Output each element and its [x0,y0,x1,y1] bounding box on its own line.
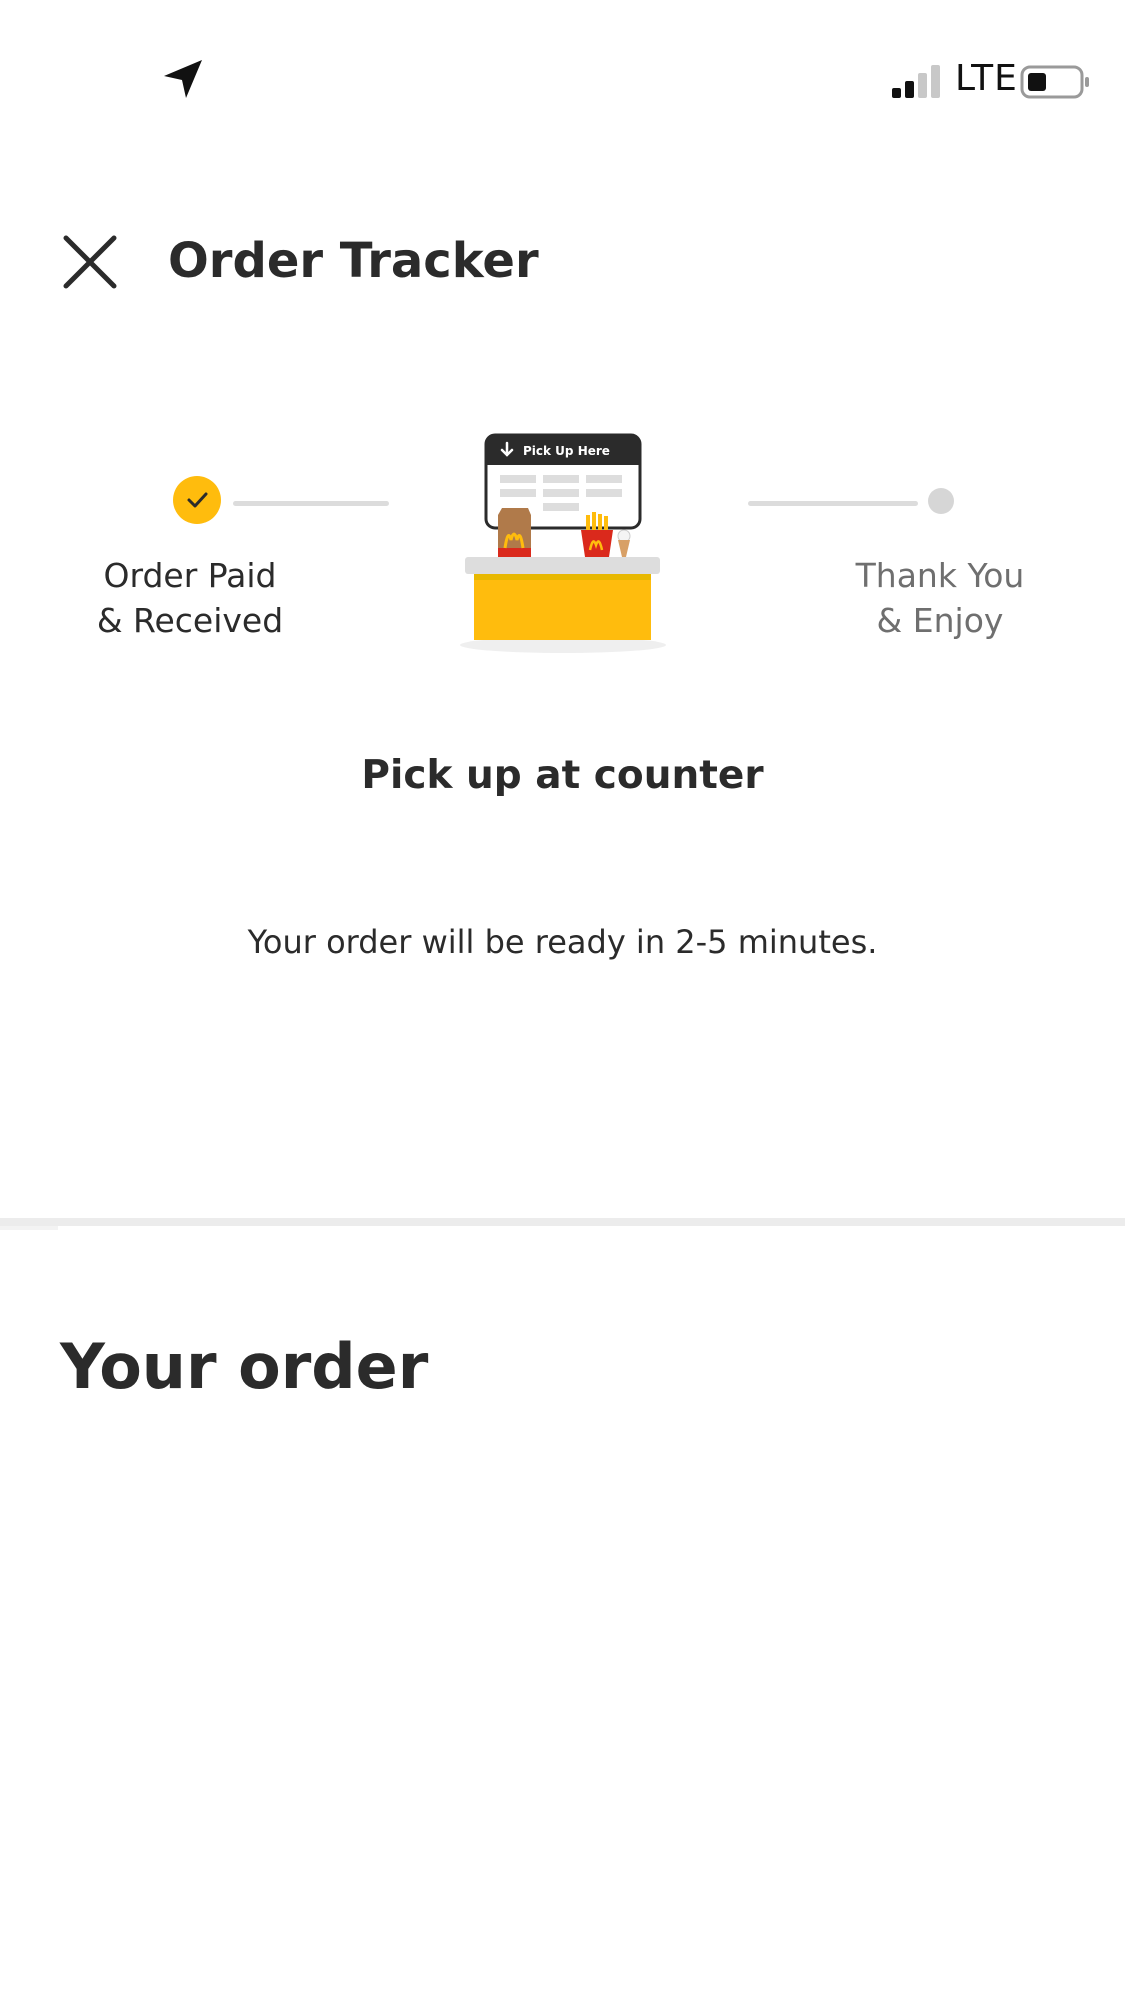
step-complete-indicator [173,476,221,524]
signal-icon [892,65,940,98]
network-type: LTE [955,58,1018,99]
page-title: Order Tracker [168,233,539,289]
step-label-line: & Enjoy [876,601,1004,640]
pickup-counter-illustration: Pick Up Here [460,433,666,653]
status-bar: LTE [0,0,1125,140]
checkmark-icon [187,492,208,508]
step-label-thank-you: Thank You & Enjoy [800,553,1080,643]
status-title: Pick up at counter [361,753,764,798]
section-divider [0,1218,1125,1226]
close-icon [63,235,117,289]
battery-icon [1020,65,1089,99]
pickup-sign-text: Pick Up Here [523,444,610,458]
step-label-line: Order Paid [103,556,277,595]
divider-notch [0,1226,58,1230]
step-label-order-paid: Order Paid & Received [50,553,330,643]
your-order-heading: Your order [60,1330,429,1403]
close-button[interactable] [56,228,126,298]
step-pending-indicator [928,488,954,514]
location-arrow-icon [164,60,202,98]
progress-line-left [233,501,389,506]
progress-line-right [748,501,918,506]
step-label-line: & Received [96,601,284,640]
status-message: Your order will be ready in 2-5 minutes. [247,923,878,961]
step-label-line: Thank You [855,556,1025,595]
